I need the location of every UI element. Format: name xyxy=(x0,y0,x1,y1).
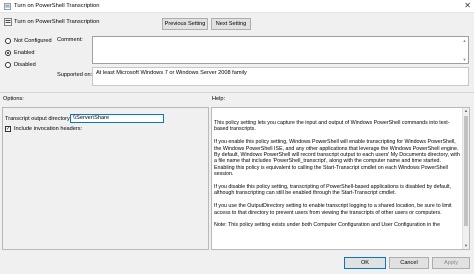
radio-disabled-label: Disabled xyxy=(14,62,36,68)
include-headers-checkbox[interactable]: ✓ xyxy=(5,126,11,132)
supported-on-value: At least Microsoft Windows 7 or Windows … xyxy=(96,70,247,76)
policy-app-icon xyxy=(4,3,11,10)
radio-not-configured-label: Not Configured xyxy=(14,38,52,44)
help-scrollbar[interactable]: ▲ ▼ xyxy=(462,108,469,249)
window-title: Turn on PowerShell Transcription xyxy=(14,3,100,9)
radio-enabled-dot[interactable] xyxy=(5,50,11,56)
policy-setting-icon xyxy=(4,18,12,26)
radio-disabled[interactable]: Disabled xyxy=(5,62,65,70)
ok-button[interactable]: OK xyxy=(344,257,386,269)
radio-not-configured-dot[interactable] xyxy=(5,38,11,44)
close-icon[interactable]: ✕ xyxy=(464,1,471,10)
transcript-directory-label: Transcript output directory xyxy=(5,116,70,122)
scrollbar-thumb[interactable] xyxy=(464,116,468,226)
options-panel: Transcript output directory \\Server\Sha… xyxy=(2,107,209,250)
comment-textarea[interactable]: ▲ ▼ xyxy=(92,36,469,64)
help-paragraph: Note: This policy setting exists under b… xyxy=(214,222,441,229)
include-headers-label: Include invocation headers: xyxy=(14,126,83,132)
options-label: Options: xyxy=(3,96,24,102)
comment-label: Comment: xyxy=(57,37,83,43)
help-paragraph: If you disable this policy setting, tran… xyxy=(214,184,452,197)
title-bar: Turn on PowerShell Transcription ✕ xyxy=(0,0,474,13)
transcript-directory-input[interactable]: \\Server\Share xyxy=(70,114,164,123)
help-text: This policy setting lets you capture the… xyxy=(214,120,462,235)
supported-scroll-down-icon[interactable]: ▼ xyxy=(96,70,101,75)
comment-scroll-up-icon[interactable]: ▲ xyxy=(462,38,467,43)
radio-not-configured[interactable]: Not Configured xyxy=(5,38,65,46)
radio-enabled[interactable]: Enabled xyxy=(5,50,65,58)
scroll-up-icon[interactable]: ▲ xyxy=(463,108,469,114)
help-label: Help: xyxy=(212,96,226,102)
scroll-down-icon[interactable]: ▼ xyxy=(463,243,469,249)
help-panel: This policy setting lets you capture the… xyxy=(211,107,470,250)
previous-setting-button[interactable]: Previous Setting xyxy=(162,18,208,30)
help-paragraph: If you enable this policy setting, Windo… xyxy=(214,139,460,178)
policy-header: Turn on PowerShell Transcription Previou… xyxy=(0,13,474,35)
help-paragraph: If you use the OutputDirectory setting t… xyxy=(214,203,452,216)
radio-enabled-label: Enabled xyxy=(14,50,35,56)
help-paragraph: This policy setting lets you capture the… xyxy=(214,120,450,133)
cancel-button[interactable]: Cancel xyxy=(389,257,429,269)
next-setting-button[interactable]: Next Setting xyxy=(211,18,251,30)
radio-disabled-dot[interactable] xyxy=(5,62,11,68)
apply-button[interactable]: Apply xyxy=(432,257,470,269)
comment-scroll-down-icon[interactable]: ▼ xyxy=(462,57,467,62)
include-headers-checkbox-row[interactable]: ✓ Include invocation headers: xyxy=(5,126,125,134)
supported-on-label: Supported on: xyxy=(57,72,93,78)
supported-on-box: At least Microsoft Windows 7 or Windows … xyxy=(92,67,469,86)
section-divider xyxy=(0,92,474,93)
policy-name: Turn on PowerShell Transcription xyxy=(14,19,100,25)
